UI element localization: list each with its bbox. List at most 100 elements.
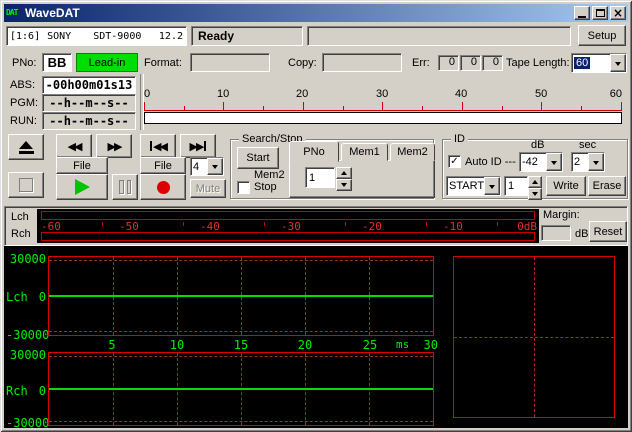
record-icon: [157, 181, 170, 194]
rewind-button[interactable]: ◀◀: [56, 134, 92, 158]
tick-mark: [382, 102, 383, 110]
rch-ymin-label: -30000: [6, 416, 46, 430]
tick-mark: [184, 106, 185, 110]
channel-dropdown-button[interactable]: [207, 158, 223, 175]
tape-length-dropdown-button[interactable]: [610, 54, 626, 72]
spin-up-button[interactable]: [336, 167, 352, 179]
tab-mem1[interactable]: Mem1: [341, 143, 388, 161]
maximize-button[interactable]: [592, 6, 608, 20]
gridline: [49, 260, 433, 261]
eject-button[interactable]: [8, 134, 44, 160]
device-firmware: 12.2: [159, 31, 183, 42]
tape-tick-label: 40: [455, 88, 467, 100]
file-play-button[interactable]: File: [56, 157, 108, 174]
play-button[interactable]: [56, 174, 108, 200]
tick-mark: [462, 102, 463, 110]
meter-scale-label: -50: [119, 220, 139, 233]
record-button[interactable]: [140, 174, 186, 200]
sec-column-label: sec: [579, 139, 596, 151]
stop-icon: [19, 178, 33, 192]
mute-button[interactable]: Mute: [190, 179, 226, 198]
tape-length-combobox[interactable]: 60: [571, 53, 627, 73]
pause-icon: [119, 180, 124, 194]
tick-mark: [144, 102, 145, 110]
search-pno-value: 1: [309, 172, 315, 184]
margin-reset-button[interactable]: Reset: [589, 221, 627, 242]
tape-state-text: Lead-in: [89, 57, 126, 69]
chevron-down-icon: [532, 192, 538, 199]
copy-label: Copy:: [288, 57, 317, 69]
id-sec-value: 2: [572, 155, 588, 169]
spin-down-button[interactable]: [528, 188, 542, 200]
minimize-icon: [578, 16, 586, 18]
tab-pno[interactable]: PNo: [289, 141, 339, 162]
err-field-2: 0: [460, 55, 481, 71]
lch-ymin-label: -30000: [6, 328, 46, 342]
skip-back-button[interactable]: ◀◀: [140, 134, 176, 158]
tick-mark: [263, 106, 264, 110]
meter-display: -60 -50 -40 -30 -20 -10 0dB: [37, 209, 539, 243]
meter-scale-label: -30: [281, 220, 301, 233]
rch-waveform-trace: [49, 388, 433, 390]
wavedat-window: DAT WaveDAT × [1:6] SONY SDT-9000 12.2 R…: [0, 0, 632, 432]
id-count-input[interactable]: 1: [504, 176, 528, 196]
pno-value: BB: [48, 55, 67, 70]
err-value-3: 0: [493, 56, 499, 68]
tab-mem2[interactable]: Mem2: [390, 143, 435, 161]
close-icon: ×: [613, 8, 623, 18]
window-title: WaveDAT: [25, 6, 572, 20]
id-sec-combobox[interactable]: 2: [571, 152, 605, 172]
write-button[interactable]: Write: [546, 176, 586, 196]
mem2-stop-checkbox[interactable]: [237, 181, 250, 194]
setup-button[interactable]: Setup: [578, 25, 626, 46]
auto-id-checkbox[interactable]: ✓: [448, 155, 461, 168]
rch-waveform-chart: [48, 352, 434, 426]
gridline: [49, 356, 433, 357]
skip-forward-bar-icon: [204, 141, 206, 151]
id-level-dropdown-button[interactable]: [546, 153, 562, 171]
fast-forward-button[interactable]: ▶▶: [96, 134, 132, 158]
lch-waveform-trace: [49, 295, 433, 297]
titlebar[interactable]: DAT WaveDAT ×: [4, 4, 628, 22]
spin-down-button[interactable]: [336, 179, 352, 191]
id-sec-dropdown-button[interactable]: [588, 153, 604, 171]
lch-zero-label: 0: [39, 290, 46, 304]
x-tick-label: 25: [363, 338, 377, 352]
tick-mark: [497, 222, 498, 226]
erase-button[interactable]: Erase: [588, 176, 626, 196]
eject-bar-icon: [19, 151, 34, 154]
id-mode-dropdown-button[interactable]: [484, 177, 500, 195]
close-button[interactable]: ×: [610, 6, 626, 20]
tape-tick-label: 60: [610, 88, 622, 100]
id-count-spinner: [528, 176, 542, 196]
device-field: [1:6] SONY SDT-9000 12.2: [6, 26, 187, 46]
format-label: Format:: [144, 57, 182, 69]
search-start-button[interactable]: Start: [237, 147, 279, 169]
meter-bar-lch: [41, 211, 535, 220]
err-field-3: 0: [482, 55, 503, 71]
tape-tick-label: 0: [144, 88, 150, 100]
mem2-stop-label-line2: Stop: [254, 181, 277, 193]
spin-up-button[interactable]: [528, 176, 542, 188]
fast-forward-icon: ▶▶: [108, 140, 121, 153]
chevron-up-icon: [532, 177, 538, 184]
id-level-combobox[interactable]: -42: [519, 152, 563, 172]
skip-back-bar-icon: [150, 141, 152, 151]
tick-mark: [426, 222, 427, 226]
pause-button[interactable]: [112, 174, 138, 200]
x-tick-label: 5: [108, 338, 115, 352]
stop-button[interactable]: [8, 172, 44, 198]
skip-forward-button[interactable]: ▶▶: [180, 134, 216, 158]
tick-mark: [581, 106, 582, 110]
abs-value: -00h00m01s13: [46, 78, 133, 92]
tick-mark: [502, 106, 503, 110]
tick-mark: [343, 106, 344, 110]
id-mode-combobox[interactable]: START: [446, 176, 501, 196]
search-pno-input[interactable]: 1: [305, 167, 335, 188]
channel-combobox[interactable]: 4: [190, 157, 224, 176]
tick-mark: [223, 102, 224, 110]
file-record-button[interactable]: File: [140, 157, 186, 174]
id-legend: ID: [451, 133, 468, 145]
rch-channel-label: Rch: [6, 384, 28, 398]
minimize-button[interactable]: [574, 6, 590, 20]
